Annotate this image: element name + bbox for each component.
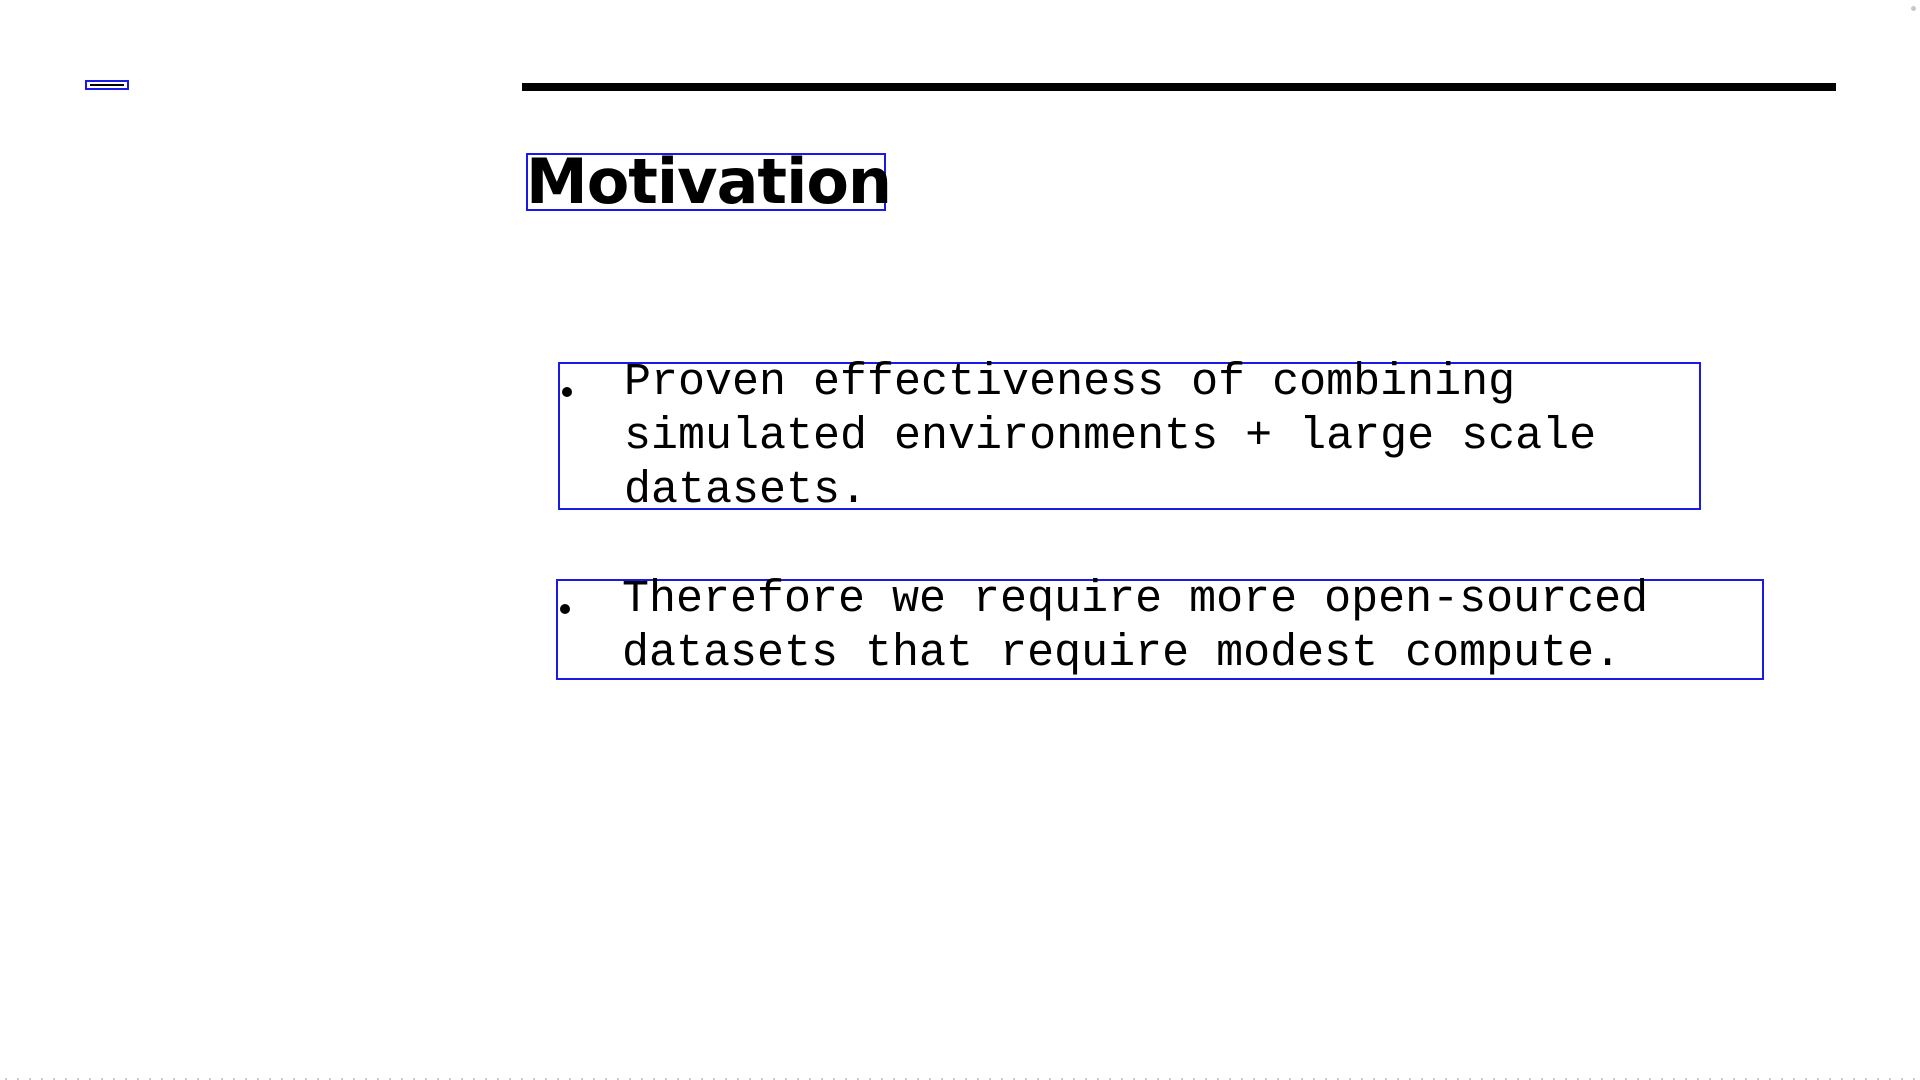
bullet-1-line-3: datasets. (624, 465, 868, 516)
bullet-text-2: Therefore we require more open-sourced d… (622, 573, 1782, 681)
bullet-dot-icon (562, 387, 572, 397)
bullet-1-line-1: Proven effectiveness of combining (624, 357, 1516, 408)
title-rule-divider (522, 83, 1836, 91)
bullet-1-line-2: simulated environments + large scale (624, 411, 1597, 462)
title-box[interactable]: Motivation (526, 151, 892, 213)
bullet-dot-icon (560, 604, 570, 614)
slide-marker-icon[interactable] (85, 80, 129, 90)
bullet-item-2[interactable]: Therefore we require more open-sourced d… (556, 574, 1764, 680)
bullet-item-1[interactable]: Proven effectiveness of combining simula… (558, 357, 1701, 516)
bullet-2-line-1: Therefore we require more open-sourced (622, 574, 1649, 625)
slide-title: Motivation (526, 145, 892, 218)
bullet-2-line-2: datasets that require modest compute. (622, 628, 1622, 679)
slide: Motivation Proven effectiveness of combi… (0, 0, 1920, 1080)
bullet-text-1: Proven effectiveness of combining simula… (624, 356, 1719, 518)
corner-dot (1911, 6, 1916, 11)
